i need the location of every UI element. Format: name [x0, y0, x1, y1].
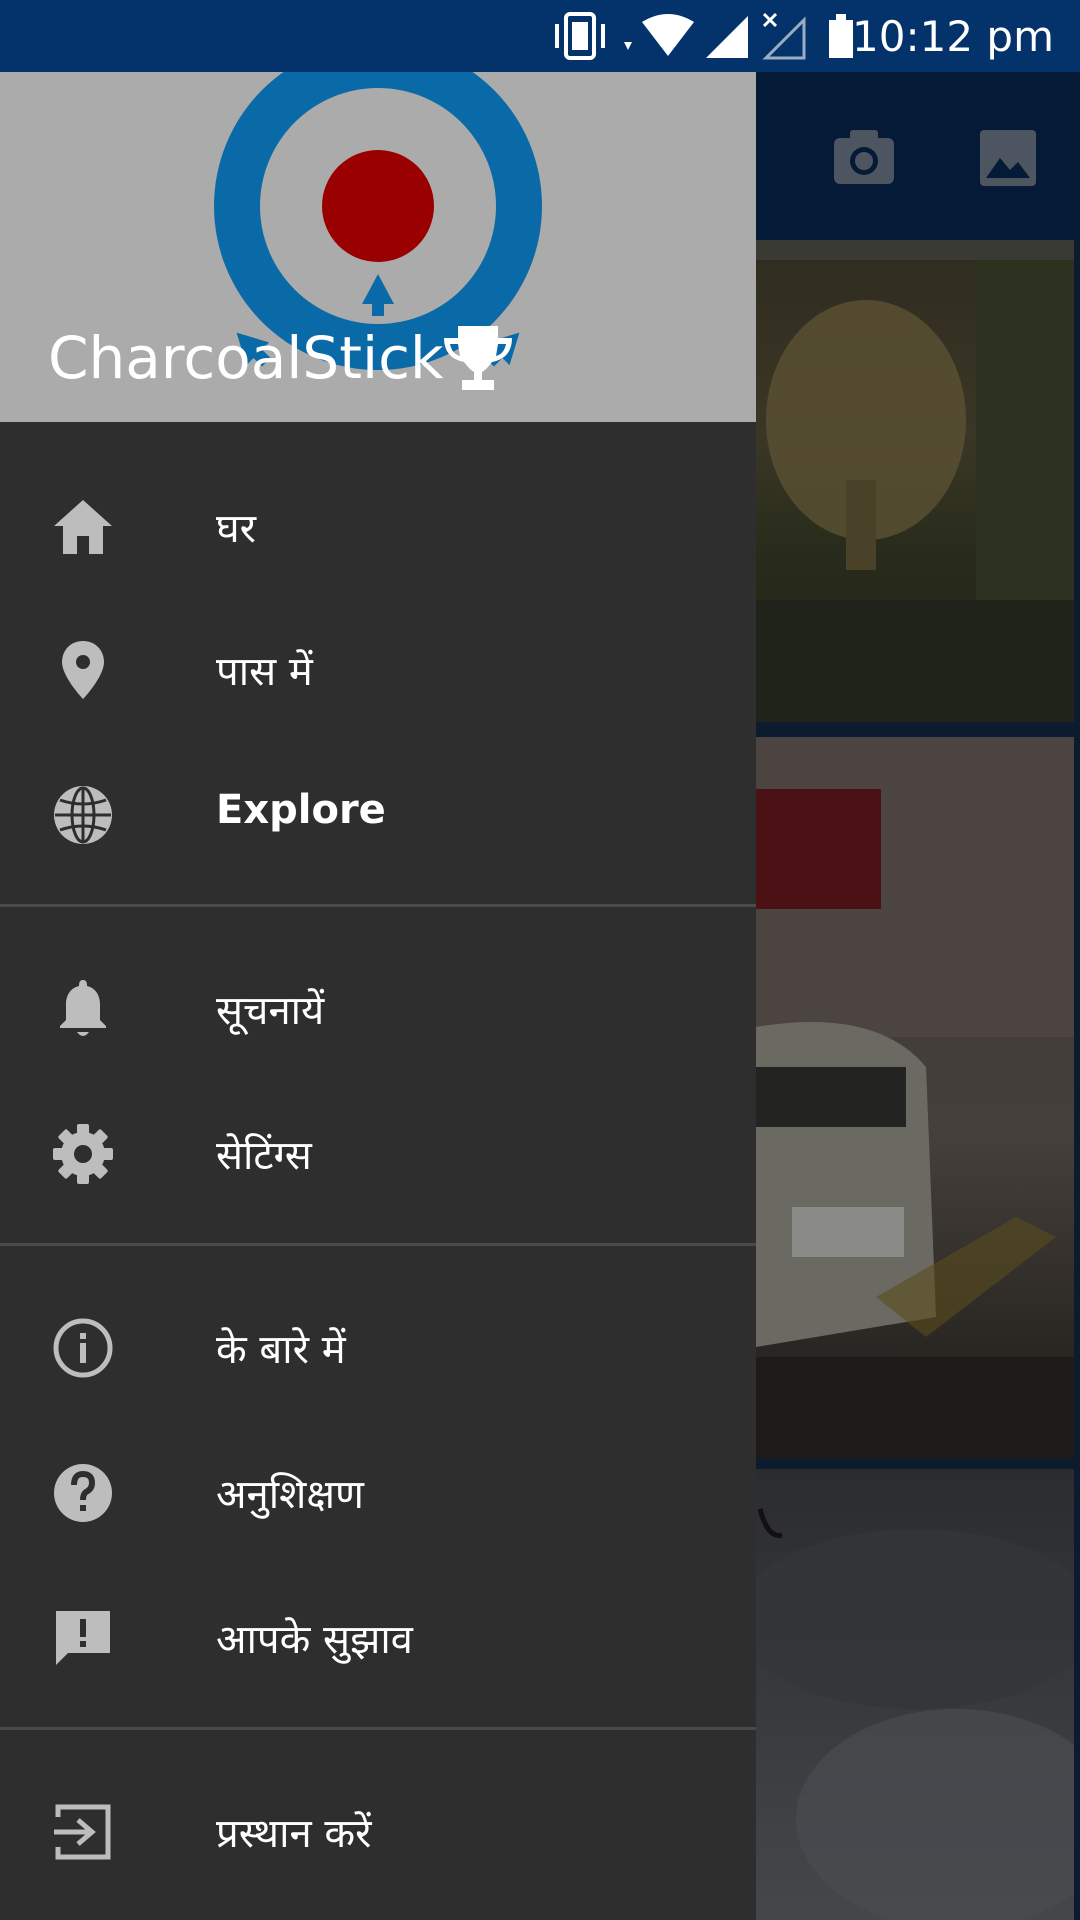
- menu-item-label: पास में: [216, 649, 313, 695]
- feedback-icon: [56, 1611, 110, 1665]
- no-signal-icon: [762, 12, 806, 60]
- photo-thumbnail[interactable]: [756, 1469, 1074, 1920]
- wifi-icon: [624, 14, 694, 56]
- photo-thumbnail[interactable]: [756, 737, 1074, 1459]
- menu-item-nearby[interactable]: पास में: [0, 600, 756, 730]
- location-pin-icon: [62, 641, 104, 699]
- photo-thumbnail[interactable]: [756, 240, 1074, 722]
- photo-image: [756, 1508, 1074, 1920]
- menu-item-home[interactable]: घर: [0, 457, 756, 587]
- photo-image: [756, 240, 1074, 722]
- menu-item-notifications[interactable]: सूचनायें: [0, 939, 756, 1069]
- home-icon: [54, 500, 112, 554]
- menu-item-label: प्रस्थान करें: [216, 1811, 372, 1857]
- divider: [0, 1243, 756, 1246]
- navigation-drawer: CharcoalStick घर पास में Explore सूचनाये…: [0, 72, 756, 1920]
- menu-item-feedback[interactable]: आपके सुझाव: [0, 1568, 756, 1698]
- menu-item-about[interactable]: के बारे में: [0, 1278, 756, 1408]
- globe-icon: [54, 786, 112, 844]
- bell-icon: [60, 980, 106, 1036]
- menu-item-label: आपके सुझाव: [216, 1617, 413, 1663]
- signal-icon: [706, 16, 748, 58]
- menu-item-settings[interactable]: सेटिंग्स: [0, 1084, 756, 1214]
- menu-item-label: घर: [216, 506, 256, 552]
- menu-item-label: Explore: [216, 787, 386, 833]
- divider: [0, 904, 756, 907]
- gallery-icon[interactable]: [972, 122, 1044, 194]
- menu-item-label: सेटिंग्स: [216, 1133, 312, 1179]
- help-icon: [54, 1464, 112, 1522]
- photo-image: [756, 737, 1074, 1459]
- menu-item-tutorial[interactable]: अनुशिक्षण: [0, 1423, 756, 1553]
- status-time: 10:12 pm: [852, 12, 1054, 61]
- camera-icon[interactable]: [828, 122, 900, 194]
- exit-icon: [54, 1804, 111, 1860]
- info-icon: [53, 1318, 113, 1378]
- divider: [0, 1727, 756, 1730]
- username: CharcoalStick: [48, 324, 444, 392]
- gear-icon: [53, 1124, 113, 1184]
- menu-item-label: के बारे में: [216, 1327, 346, 1373]
- menu-item-logout[interactable]: प्रस्थान करें: [0, 1762, 756, 1892]
- trophy-icon[interactable]: [440, 324, 516, 392]
- vibrate-icon: [555, 12, 605, 60]
- menu-item-explore[interactable]: Explore: [0, 745, 756, 875]
- menu-item-label: अनुशिक्षण: [216, 1472, 364, 1518]
- drawer-header: CharcoalStick: [0, 72, 756, 422]
- status-bar: 10:12 pm: [0, 0, 1080, 72]
- menu-item-label: सूचनायें: [216, 988, 325, 1034]
